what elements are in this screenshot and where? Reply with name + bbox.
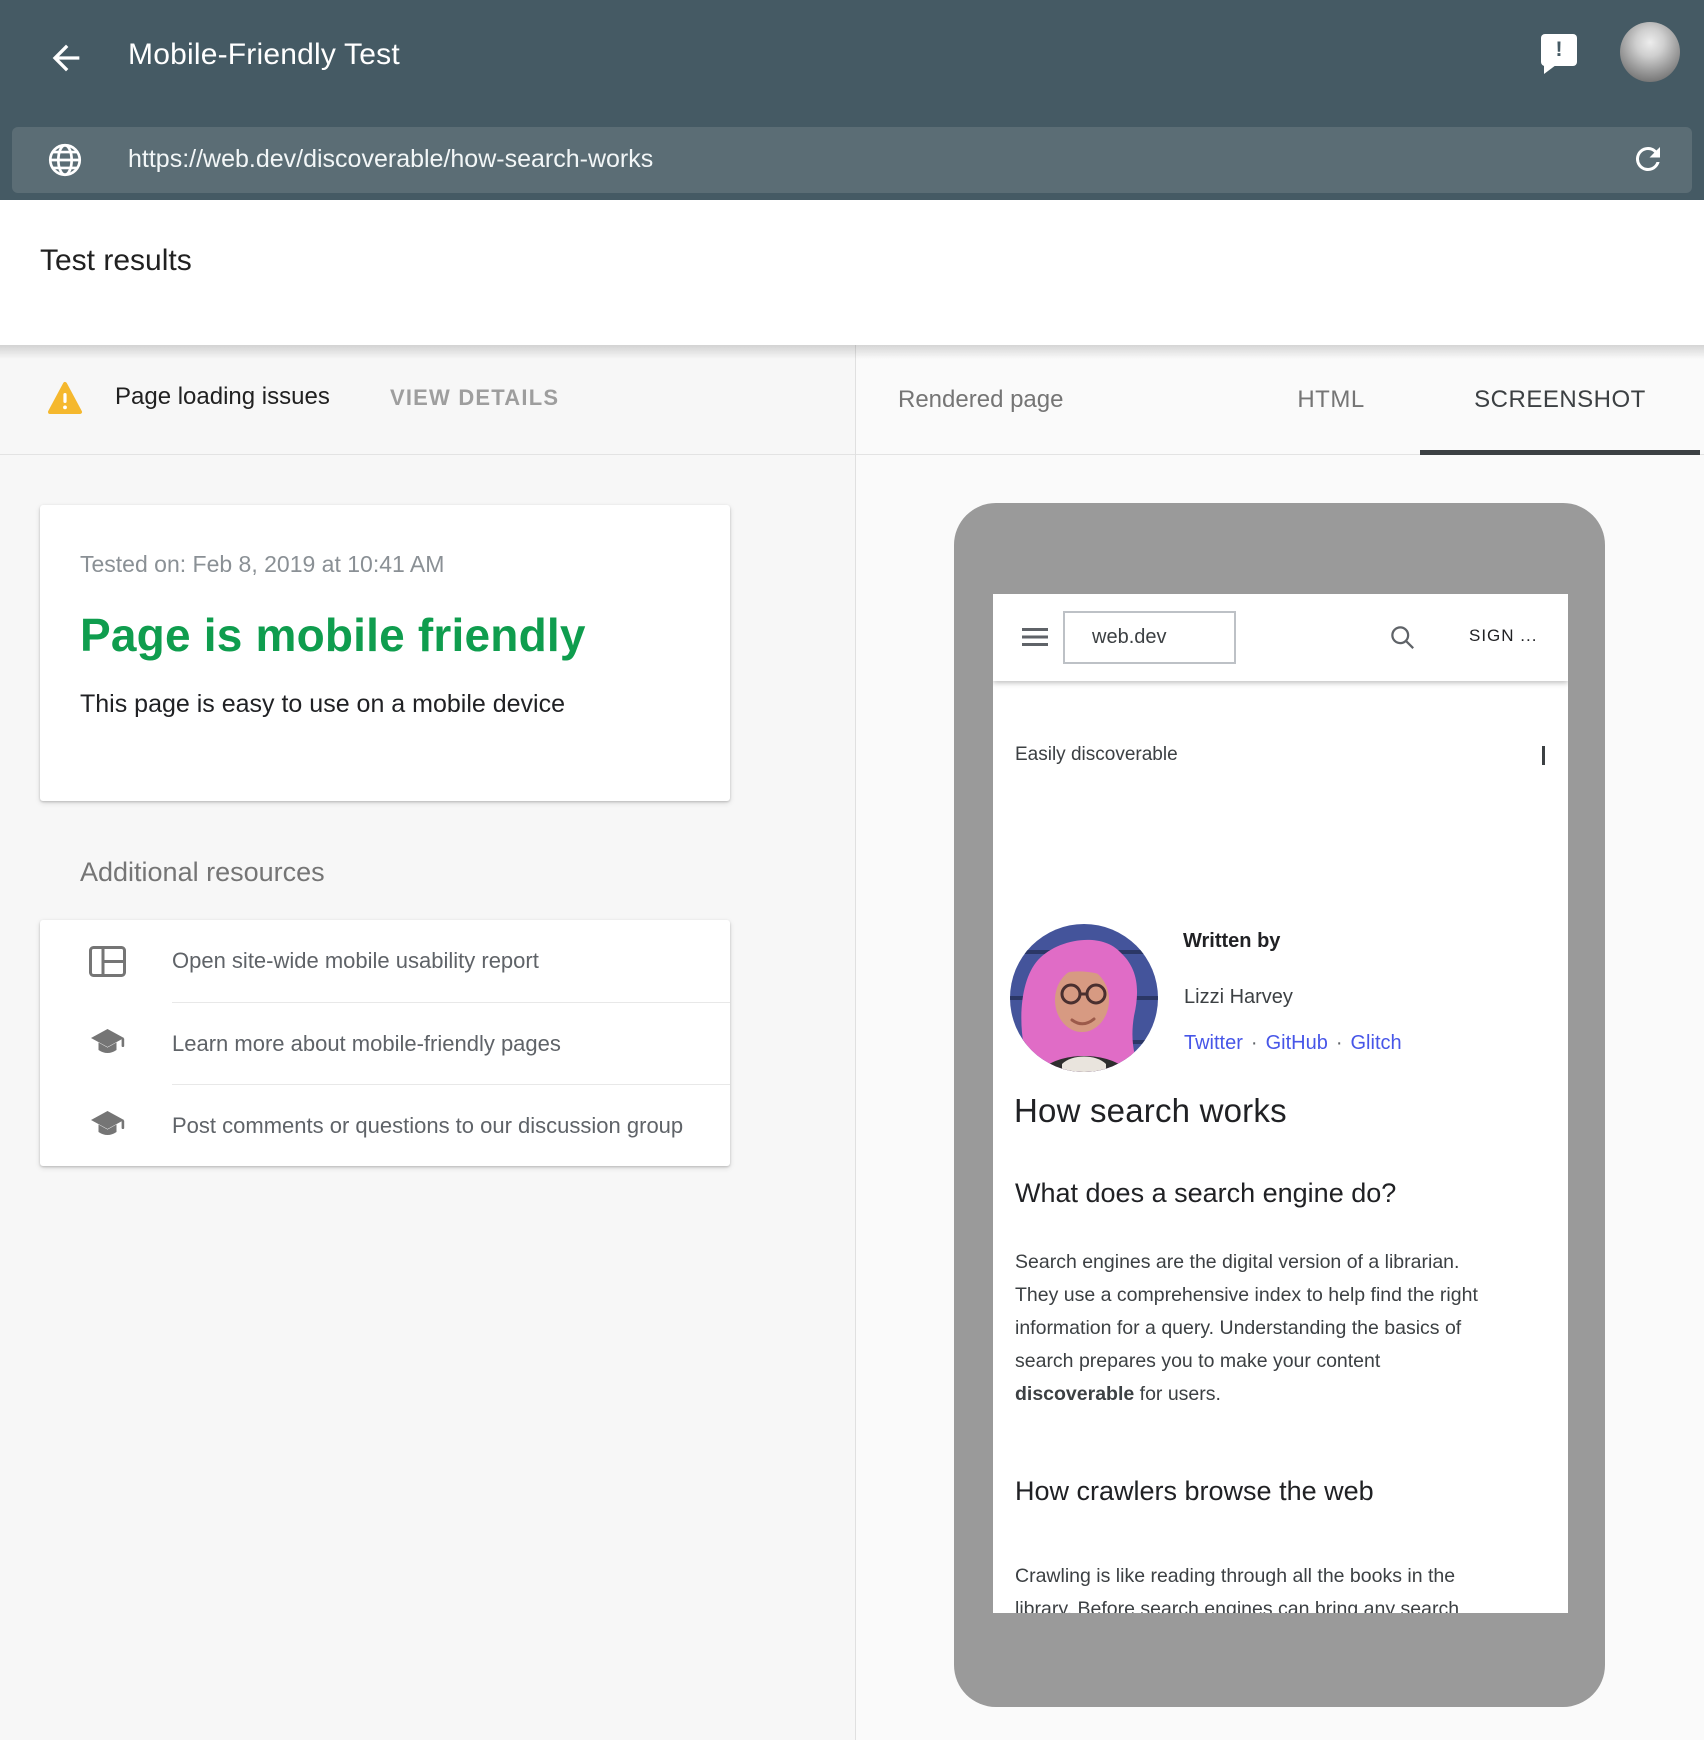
verdict-heading: Page is mobile friendly [80,608,690,662]
link-separator: · [1328,1032,1351,1054]
url-field[interactable]: https://web.dev/discoverable/how-search-… [12,127,1692,193]
account-avatar[interactable] [1620,22,1680,82]
page-loading-issues-row: Page loading issues VIEW DETAILS [0,345,855,455]
preview-tabs: Rendered page HTML SCREENSHOT [856,345,1704,455]
page-title: Test results [40,244,192,278]
hamburger-menu-icon[interactable] [1021,623,1049,651]
usability-report-icon [89,946,126,977]
back-button[interactable] [46,38,86,78]
twitter-link[interactable]: Twitter [1184,1032,1243,1054]
globe-icon [46,141,84,179]
app-title: Mobile-Friendly Test [128,38,400,72]
active-tab-underline [1420,450,1700,455]
resource-usability-report[interactable]: Open site-wide mobile usability report [40,920,730,1002]
additional-resources-heading: Additional resources [80,857,325,888]
discoverable-emphasis: discoverable [1015,1383,1134,1405]
school-icon [89,1110,126,1141]
content-top-shadow [0,345,1704,359]
github-link[interactable]: GitHub [1266,1032,1328,1054]
school-icon [89,1028,126,1059]
written-by-label: Written by [1183,930,1280,953]
url-text[interactable]: https://web.dev/discoverable/how-search-… [128,145,653,174]
tab-rendered-page[interactable]: Rendered page [898,345,1063,455]
section-heading-search-engine: What does a search engine do? [1015,1178,1396,1209]
article-paragraph-2: Crawling is like reading through all the… [1015,1560,1459,1613]
results-panel: Page loading issues VIEW DETAILS Tested … [0,345,855,1740]
author-links: Twitter·GitHub·Glitch [1184,1032,1402,1055]
resource-label: Learn more about mobile-friendly pages [172,1031,561,1057]
article-paragraph-1: Search engines are the digital version o… [1015,1246,1478,1411]
author-avatar [1010,924,1158,1072]
preview-panel: Rendered page HTML SCREENSHOT web.dev [855,345,1704,1740]
warning-label: Page loading issues [115,383,330,411]
vertical-bar-glyph [1542,746,1545,765]
result-card: Tested on: Feb 8, 2019 at 10:41 AM Page … [40,505,730,801]
tab-screenshot[interactable]: SCREENSHOT [1420,345,1700,455]
site-search-box[interactable]: web.dev [1063,611,1236,664]
sign-in-button[interactable]: SIGN ... [1469,626,1537,646]
results-band: Test results [0,200,1704,345]
section-heading-crawlers: How crawlers browse the web [1015,1476,1374,1507]
tab-html[interactable]: HTML [1256,345,1406,455]
view-details-button[interactable]: VIEW DETAILS [390,385,559,411]
author-name: Lizzi Harvey [1184,986,1293,1009]
arrow-left-icon [46,38,86,78]
url-bar: https://web.dev/discoverable/how-search-… [0,115,1704,200]
search-icon[interactable] [1389,624,1416,651]
phone-mockup: web.dev SIGN ... Easily discoverable [954,503,1605,1707]
site-name: web.dev [1092,626,1167,649]
link-separator: · [1243,1032,1266,1054]
refresh-button[interactable] [1630,141,1666,177]
phone-screenshot: web.dev SIGN ... Easily discoverable [993,594,1568,1613]
feedback-icon[interactable]: ! [1541,34,1577,66]
resource-label: Post comments or questions to our discus… [172,1113,683,1139]
verdict-subtitle: This page is easy to use on a mobile dev… [80,690,690,719]
resources-card: Open site-wide mobile usability report L… [40,920,730,1166]
glitch-link[interactable]: Glitch [1351,1032,1402,1054]
warning-icon [46,381,84,415]
refresh-icon [1630,141,1666,177]
phone-site-header: web.dev SIGN ... [993,594,1568,681]
resource-learn-more[interactable]: Learn more about mobile-friendly pages [172,1002,730,1084]
breadcrumb: Easily discoverable [1015,744,1178,766]
resource-discussion-group[interactable]: Post comments or questions to our discus… [172,1084,730,1166]
article-title: How search works [1014,1092,1287,1130]
tested-on-timestamp: Tested on: Feb 8, 2019 at 10:41 AM [80,551,690,578]
resource-label: Open site-wide mobile usability report [172,948,539,974]
app-bar: Mobile-Friendly Test ! [0,0,1704,115]
